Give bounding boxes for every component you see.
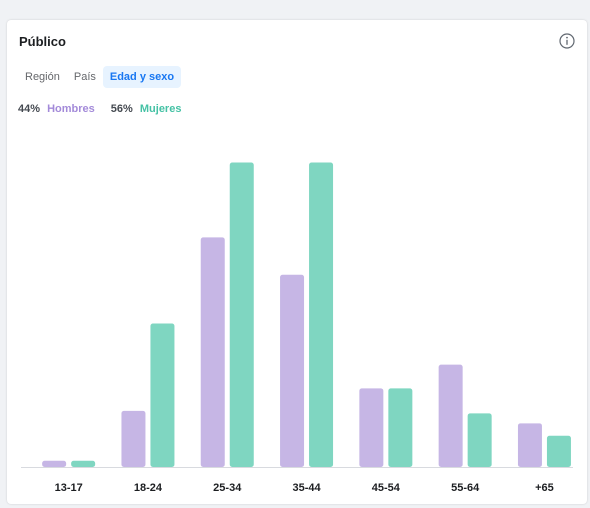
x-tick-label: 13-17 [55, 482, 83, 494]
bar-hombres-+65[interactable] [517, 423, 542, 467]
x-tick-label: +65 [535, 482, 554, 494]
audience-card: Público Región País Edad y sexo 44% Homb… [7, 20, 587, 504]
age-gender-bar-chart: 13-17 18-24 25-34 35-44 45-54 55-64 +65 [21, 162, 573, 494]
x-tick-label: 55-64 [451, 482, 480, 494]
x-tick-label: 35-44 [292, 482, 321, 494]
bar-hombres-18-24[interactable] [121, 410, 146, 467]
x-tick-label: 18-24 [134, 482, 163, 494]
bar-hombres-55-64[interactable] [438, 364, 463, 467]
bar-mujeres-45-54[interactable] [388, 388, 413, 467]
bar-hombres-45-54[interactable] [359, 388, 384, 467]
bar-mujeres-18-24[interactable] [150, 323, 175, 467]
bar-mujeres-+65[interactable] [546, 435, 571, 467]
bar-mujeres-13-17[interactable] [71, 460, 96, 467]
x-tick-label: 45-54 [372, 482, 401, 494]
bar-mujeres-35-44[interactable] [309, 162, 334, 467]
bar-hombres-25-34[interactable] [200, 237, 225, 467]
bar-mujeres-55-64[interactable] [467, 413, 492, 467]
bar-mujeres-25-34[interactable] [229, 162, 254, 467]
bar-hombres-35-44[interactable] [280, 274, 305, 467]
bar-hombres-13-17[interactable] [42, 460, 67, 467]
x-tick-label: 25-34 [213, 482, 242, 494]
